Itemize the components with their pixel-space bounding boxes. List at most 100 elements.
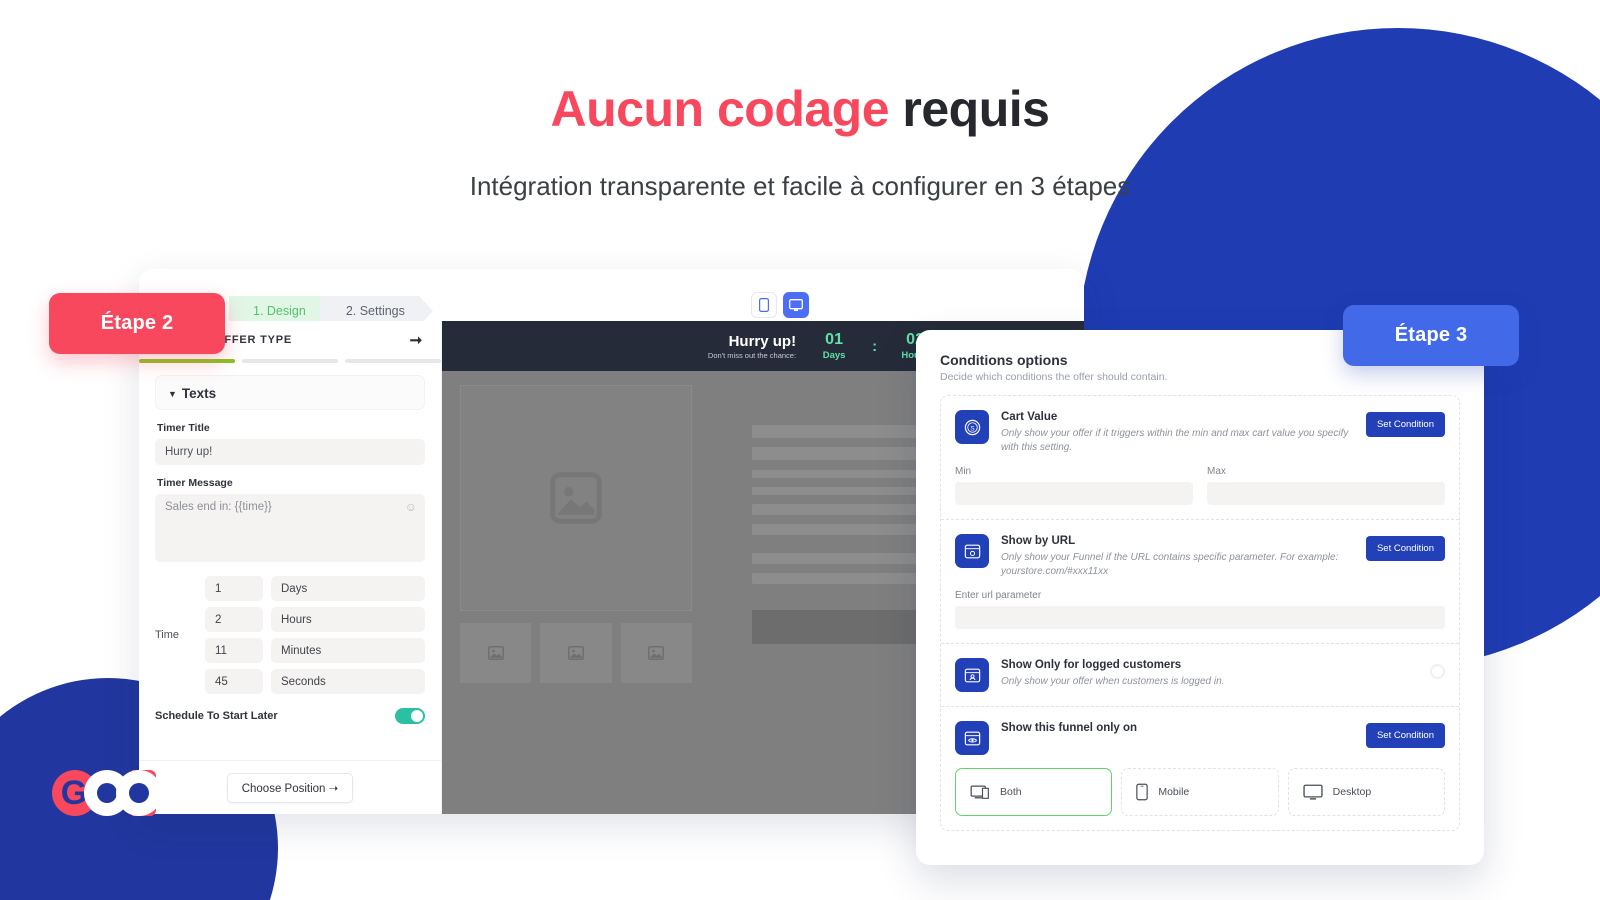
arrow-right-icon[interactable]: ➞ xyxy=(410,331,423,349)
device-option-mobile[interactable]: Mobile xyxy=(1121,768,1279,816)
texts-section-label: Texts xyxy=(181,386,217,401)
timer-unit-days: 01 Days xyxy=(812,331,856,361)
condition-texts: Cart Value Only show your offer if it tr… xyxy=(1001,410,1354,454)
desktop-preview-button[interactable] xyxy=(783,292,809,318)
time-label: Time xyxy=(155,629,180,641)
schedule-row: Schedule To Start Later xyxy=(155,708,425,724)
texts-section-title[interactable]: ▼ Texts xyxy=(168,386,412,401)
set-condition-button-funnel-devices[interactable]: Set Condition xyxy=(1365,723,1445,748)
max-input[interactable] xyxy=(1207,482,1445,505)
conditions-subtitle: Decide which conditions the offer should… xyxy=(940,371,1168,383)
both-devices-icon xyxy=(970,785,989,799)
image-placeholder-icon xyxy=(550,472,602,524)
settings-panel: OFFER TYPE ➞ ▼ Texts Timer Title Hurry u… xyxy=(139,321,442,814)
step-progress xyxy=(139,359,441,363)
url-parameter-label: Enter url parameter xyxy=(955,590,1042,601)
schedule-label: Schedule To Start Later xyxy=(155,710,278,722)
cart-value-fields: Min Max xyxy=(955,466,1445,505)
time-unit-hours[interactable]: Hours xyxy=(271,607,425,632)
time-value-minutes[interactable]: 11 xyxy=(205,638,263,663)
time-row: 45 Seconds xyxy=(205,669,425,694)
condition-desc: Only show your offer if it triggers with… xyxy=(1001,428,1349,453)
device-option-desktop[interactable]: Desktop xyxy=(1287,768,1445,816)
condition-texts: Show Only for logged customers Only show… xyxy=(1001,658,1418,689)
url-parameter-input[interactable] xyxy=(955,606,1445,629)
timer-value-days: 01 xyxy=(825,331,843,348)
condition-card-funnel-devices: Show this funnel only on Set Condition B… xyxy=(941,707,1459,830)
desktop-icon xyxy=(789,298,803,311)
browser-link-icon-glyph xyxy=(964,544,980,558)
skeleton-thumbnails xyxy=(460,623,692,683)
time-row: 1 Days xyxy=(205,576,425,601)
logged-customers-toggle[interactable] xyxy=(1430,664,1445,679)
condition-name: Show Only for logged customers xyxy=(1001,659,1182,671)
condition-desc: Only show your Funnel if the URL contain… xyxy=(1001,552,1339,577)
device-option-both-label: Both xyxy=(1000,786,1022,798)
browser-eye-icon-glyph xyxy=(964,731,980,745)
condition-card-show-by-url: Show by URL Only show your Funnel if the… xyxy=(941,520,1459,644)
coin-icon: S xyxy=(955,410,989,444)
condition-name: Show by URL xyxy=(1001,535,1076,547)
desktop-icon xyxy=(1303,784,1323,800)
timer-bar-texts: Hurry up! Don't miss out the chance: xyxy=(708,333,796,360)
conditions-panel: Conditions options Decide which conditio… xyxy=(916,330,1484,865)
time-unit-minutes[interactable]: Minutes xyxy=(271,638,425,663)
timer-title-input[interactable]: Hurry up! xyxy=(155,439,425,465)
time-row: 11 Minutes xyxy=(205,638,425,663)
time-value-days[interactable]: 1 xyxy=(205,576,263,601)
max-label: Max xyxy=(1207,466,1226,477)
mobile-preview-button[interactable] xyxy=(751,292,777,318)
step-2-badge: Étape 2 xyxy=(49,293,225,354)
condition-name: Show this funnel only on xyxy=(1001,722,1138,734)
offer-type-label: OFFER TYPE xyxy=(215,334,293,346)
browser-user-icon xyxy=(955,658,989,692)
time-value-hours[interactable]: 2 xyxy=(205,607,263,632)
min-input[interactable] xyxy=(955,482,1193,505)
condition-header: Show this funnel only on Set Condition xyxy=(955,721,1445,755)
mobile-icon xyxy=(759,298,769,312)
texts-section: ▼ Texts xyxy=(155,375,425,410)
conditions-list: S Cart Value Only show your offer if it … xyxy=(940,395,1460,831)
condition-header: Show by URL Only show your Funnel if the… xyxy=(955,534,1445,578)
device-option-desktop-label: Desktop xyxy=(1332,786,1372,798)
progress-segment-3 xyxy=(345,359,441,363)
page-title-highlight: Aucun codage xyxy=(550,81,890,137)
timer-bar-title: Hurry up! xyxy=(728,332,797,350)
max-field-group: Max xyxy=(1207,466,1445,505)
choose-position-button[interactable]: Choose Position ➝ xyxy=(226,772,354,803)
schedule-toggle[interactable] xyxy=(395,708,425,724)
condition-card-cart-value: S Cart Value Only show your offer if it … xyxy=(941,396,1459,520)
timer-separator: : xyxy=(872,337,878,355)
page-subtitle: Intégration transparente et facile à con… xyxy=(469,171,1131,201)
skeleton-hero-image xyxy=(460,385,692,611)
timer-caption-days: Days xyxy=(822,350,846,361)
goo-logo: G xyxy=(52,770,162,816)
logo-letter-o-2 xyxy=(116,770,162,816)
condition-card-logged-customers: Show Only for logged customers Only show… xyxy=(941,644,1459,707)
time-section: Time 1 Days 2 Hours 11 Minutes 45 Second… xyxy=(155,576,425,694)
condition-texts: Show this funnel only on xyxy=(1001,721,1354,734)
device-preview-toggle xyxy=(751,292,809,318)
image-placeholder-icon xyxy=(487,645,504,661)
chevron-down-icon: ▼ xyxy=(168,388,177,399)
editor-toolbar: 1. Design 2. Settings xyxy=(139,269,1084,326)
browser-eye-icon xyxy=(955,721,989,755)
time-value-seconds[interactable]: 45 xyxy=(205,669,263,694)
skeleton-gallery xyxy=(460,385,692,683)
skeleton-thumb xyxy=(540,623,612,683)
step-3-badge: Étape 3 xyxy=(1343,305,1519,366)
settings-footer: Choose Position ➝ xyxy=(139,760,441,814)
time-unit-seconds[interactable]: Seconds xyxy=(271,669,425,694)
coin-icon-glyph: S xyxy=(964,419,980,435)
time-unit-days[interactable]: Days xyxy=(271,576,425,601)
timer-message-input[interactable]: Sales end in: {{time}} ☺ xyxy=(155,494,425,562)
settings-scroll-area: ▼ Texts Timer Title Hurry up! Timer Mess… xyxy=(139,363,441,724)
device-option-both[interactable]: Both xyxy=(955,768,1113,816)
set-condition-button-cart-value[interactable]: Set Condition xyxy=(1365,412,1445,437)
set-condition-button-show-by-url[interactable]: Set Condition xyxy=(1365,536,1445,561)
image-placeholder-icon xyxy=(568,645,584,661)
skeleton-thumb xyxy=(460,623,532,683)
progress-segment-1 xyxy=(139,359,235,363)
browser-link-icon xyxy=(955,534,989,568)
emoji-icon[interactable]: ☺ xyxy=(405,500,417,514)
